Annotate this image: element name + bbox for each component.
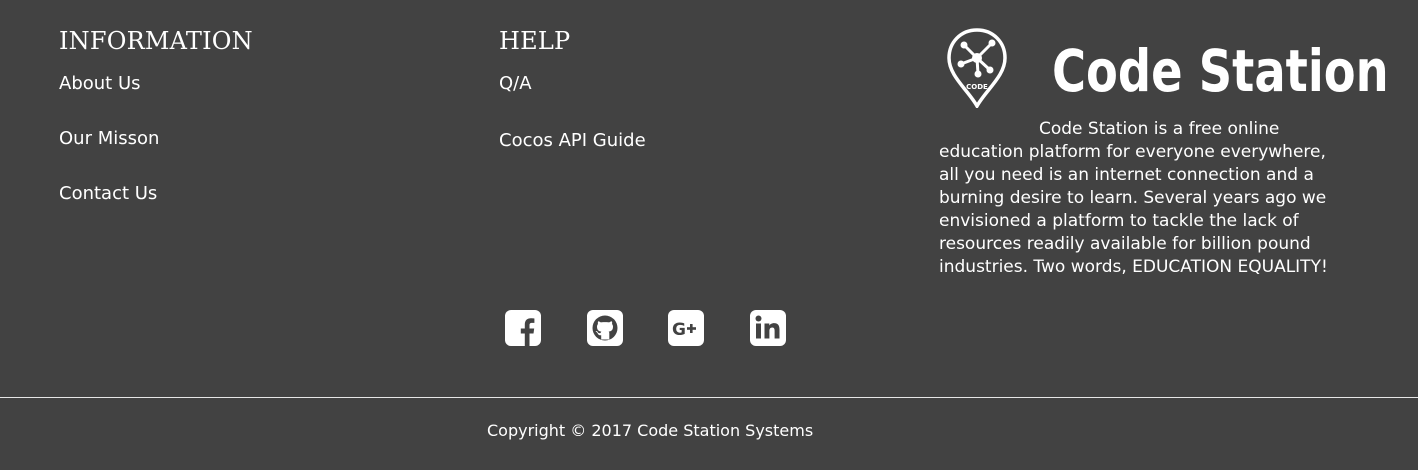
our-mission-link[interactable]: Our Misson: [59, 128, 159, 150]
cocos-api-guide-link[interactable]: Cocos API Guide: [499, 130, 646, 152]
brand-description: Code Station is a free online education …: [939, 119, 1328, 277]
site-footer: INFORMATION About Us Our Misson Contact …: [0, 0, 1418, 470]
about-us-link[interactable]: About Us: [59, 73, 141, 95]
contact-us-link[interactable]: Contact Us: [59, 183, 157, 205]
linkedin-icon[interactable]: [750, 310, 786, 346]
qa-link[interactable]: Q/A: [499, 73, 532, 95]
google-plus-icon[interactable]: G: [668, 310, 704, 346]
footer-divider: [0, 397, 1418, 398]
copyright-text: Copyright © 2017 Code Station Systems: [487, 421, 814, 440]
github-icon[interactable]: [587, 310, 623, 346]
help-heading: HELP: [499, 27, 571, 55]
code-station-logo-icon: CODE: [947, 28, 1007, 108]
information-heading: INFORMATION: [59, 27, 253, 55]
svg-text:G: G: [672, 320, 686, 340]
facebook-icon[interactable]: [505, 310, 541, 346]
brand-name: Code Station: [1052, 37, 1389, 105]
logo-text: CODE: [966, 83, 988, 91]
